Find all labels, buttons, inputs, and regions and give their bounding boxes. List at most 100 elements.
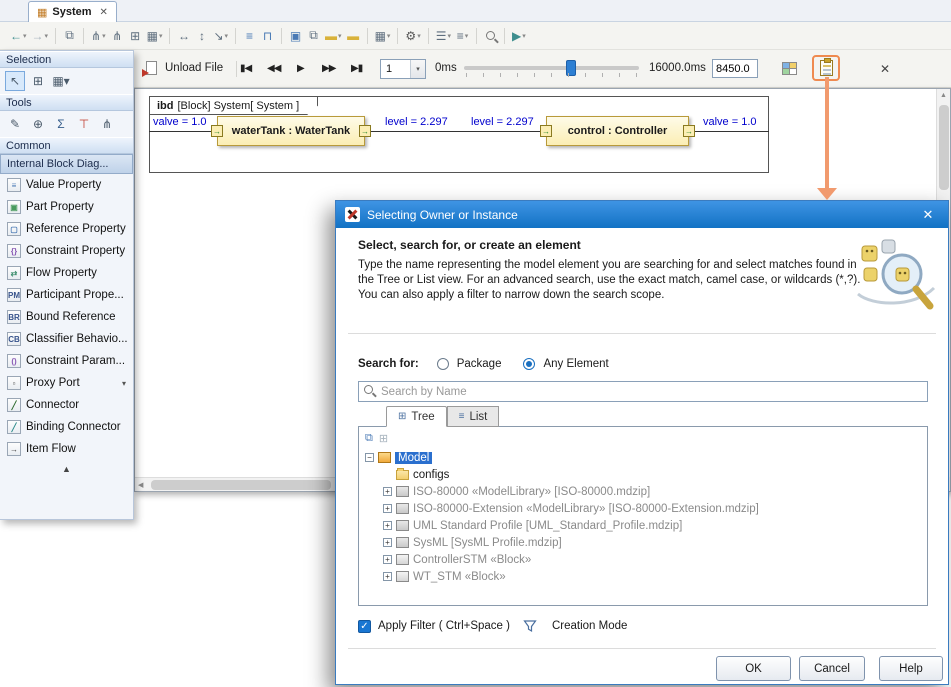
- chevron-down-icon[interactable]: ▾: [122, 379, 126, 388]
- toolbox-item-connector[interactable]: ╱Connector: [0, 394, 133, 416]
- tree-item-controllerstm[interactable]: + ControllerSTM «Block»: [359, 551, 927, 568]
- connector-wire[interactable]: [695, 131, 769, 132]
- expand-expander-icon[interactable]: +: [383, 504, 392, 513]
- search-input[interactable]: [358, 381, 928, 402]
- pointer-tool-button[interactable]: ↖: [5, 71, 25, 91]
- align-top-button[interactable]: ⊓: [259, 26, 276, 46]
- apply-filter-label[interactable]: Apply Filter ( Ctrl+Space ): [378, 620, 510, 632]
- layout-grid-button[interactable]: ▦▾: [145, 26, 165, 46]
- chevron-down-icon[interactable]: ▾: [410, 60, 425, 78]
- section-header-common[interactable]: Common: [0, 137, 133, 154]
- time-input[interactable]: [712, 59, 758, 78]
- radio-package[interactable]: [437, 358, 449, 370]
- block-watertank[interactable]: waterTank : WaterTank: [217, 116, 365, 146]
- tree-item-wtstm[interactable]: + WT_STM «Block»: [359, 568, 927, 585]
- tree-item-sysml[interactable]: + SysML [SysML Profile.mdzip]: [359, 534, 927, 551]
- toolbox-item-part-property[interactable]: ▣Part Property: [0, 196, 133, 218]
- align-button[interactable]: ≡: [241, 26, 258, 46]
- fast-forward-button[interactable]: ▶▶: [322, 63, 335, 74]
- toolbox-item-bound-reference[interactable]: BRBound Reference: [0, 306, 133, 328]
- radio-package-label[interactable]: Package: [457, 358, 502, 370]
- trigger-select[interactable]: 1 ▾: [380, 59, 426, 79]
- toolbox-item-classifier-behavior[interactable]: CBClassifier Behavio...: [0, 328, 133, 350]
- sticky-note-tool-button[interactable]: ✎: [5, 114, 25, 134]
- specification-button[interactable]: ▦▾: [373, 26, 393, 46]
- toolbox-item-flow-property[interactable]: ⇄Flow Property: [0, 262, 133, 284]
- tree-item-iso80000[interactable]: + ISO-80000 «ModelLibrary» [ISO-80000.md…: [359, 483, 927, 500]
- constraint-tool-button[interactable]: ⊕: [28, 114, 48, 134]
- tree-item-model[interactable]: − Model: [359, 449, 927, 466]
- block-control[interactable]: control : Controller: [546, 116, 689, 146]
- layout-hierarchic-button[interactable]: ⋔▾: [89, 26, 108, 46]
- toolbox-item-item-flow[interactable]: →Item Flow: [0, 438, 133, 460]
- group-select-button[interactable]: ▦▾: [51, 71, 71, 91]
- toolbox-item-constraint-property[interactable]: {}Constraint Property: [0, 240, 133, 262]
- find-button[interactable]: [482, 26, 499, 46]
- legend-button[interactable]: ≡▾: [454, 26, 471, 46]
- connector-wire[interactable]: [371, 131, 540, 132]
- related-elements-button[interactable]: ⧉: [61, 26, 78, 46]
- radio-any-element-label[interactable]: Any Element: [543, 358, 608, 370]
- tree-item-iso80000-extension[interactable]: + ISO-80000-Extension «ModelLibrary» [IS…: [359, 500, 927, 517]
- cancel-button[interactable]: Cancel: [799, 656, 865, 681]
- scroll-up-button[interactable]: ▲: [0, 460, 133, 478]
- port-control-right[interactable]: →: [683, 125, 695, 137]
- apply-filter-checkbox[interactable]: ✓: [358, 620, 371, 633]
- port-watertank-left[interactable]: →: [211, 125, 223, 137]
- toolbox-item-binding-connector[interactable]: ╱Binding Connector: [0, 416, 133, 438]
- comment-button[interactable]: ▬: [345, 26, 362, 46]
- unload-file-button[interactable]: Unload File: [165, 62, 223, 74]
- slider-track[interactable]: [464, 66, 639, 70]
- sum-tool-button[interactable]: Σ: [51, 114, 71, 134]
- dialog-close-button[interactable]: ✕: [917, 207, 939, 223]
- tree-item-configs[interactable]: configs: [359, 466, 927, 483]
- resize-horizontal-button[interactable]: ↔: [175, 26, 192, 46]
- skip-to-start-button[interactable]: ▮◀: [240, 63, 251, 74]
- collapse-expander-icon[interactable]: −: [365, 453, 374, 462]
- expand-expander-icon[interactable]: +: [383, 538, 392, 547]
- save-as-image-button[interactable]: ▣: [287, 26, 304, 46]
- section-header-selection[interactable]: Selection: [0, 51, 133, 68]
- copy-to-clipboard-button[interactable]: ⧉: [305, 26, 322, 46]
- display-options-button[interactable]: ☰▾: [434, 26, 453, 46]
- creation-mode-label[interactable]: Creation Mode: [552, 620, 627, 632]
- multi-select-button[interactable]: ⊞: [28, 71, 48, 91]
- tab-system[interactable]: ▦ System ✕: [28, 1, 117, 22]
- dialog-title-bar[interactable]: Selecting Owner or Instance ✕: [336, 201, 948, 228]
- time-slider[interactable]: [464, 57, 639, 79]
- toolbox-item-proxy-port[interactable]: ▫Proxy Port▾: [0, 372, 133, 394]
- toolbox-item-reference-property[interactable]: ▢Reference Property: [0, 218, 133, 240]
- tab-close-icon[interactable]: ✕: [100, 7, 108, 18]
- skip-to-end-button[interactable]: ▶▮: [351, 63, 362, 74]
- navigate-back-button[interactable]: ←▾: [8, 26, 29, 46]
- help-button[interactable]: Help: [879, 656, 943, 681]
- play-button[interactable]: ▶: [297, 63, 304, 74]
- structure-tool-button[interactable]: ⋔: [97, 114, 117, 134]
- scroll-left-icon[interactable]: ◀: [138, 481, 143, 489]
- tab-tree[interactable]: ⊞Tree: [386, 406, 447, 427]
- tab-list[interactable]: ≡List: [447, 406, 500, 427]
- expand-expander-icon[interactable]: +: [383, 487, 392, 496]
- note-button[interactable]: ▬▾: [323, 26, 344, 46]
- port-control-left[interactable]: →: [540, 125, 552, 137]
- close-simulation-button[interactable]: ✕: [880, 62, 890, 76]
- filter-funnel-icon[interactable]: [523, 619, 537, 633]
- radio-any-element[interactable]: [523, 358, 535, 370]
- run-simulation-button[interactable]: ▶▾: [510, 26, 528, 46]
- toolbox-item-constraint-parameter[interactable]: ()Constraint Param...: [0, 350, 133, 372]
- toolbox-item-value-property[interactable]: ≡Value Property: [0, 174, 133, 196]
- options-button[interactable]: ⚙▾: [403, 26, 422, 46]
- section-header-tools[interactable]: Tools: [0, 94, 133, 111]
- ok-button[interactable]: OK: [716, 656, 791, 681]
- tree-item-uml-standard-profile[interactable]: + UML Standard Profile [UML_Standard_Pro…: [359, 517, 927, 534]
- resize-vertical-button[interactable]: ↕: [193, 26, 210, 46]
- vertical-scroll-thumb[interactable]: [939, 105, 949, 190]
- text-tool-button[interactable]: ⊤: [74, 114, 94, 134]
- step-back-button[interactable]: ◀◀: [267, 63, 280, 74]
- expand-expander-icon[interactable]: +: [383, 555, 392, 564]
- simulation-table-icon[interactable]: [782, 62, 797, 75]
- navigate-forward-button[interactable]: →▾: [30, 26, 51, 46]
- horizontal-scroll-thumb[interactable]: [151, 480, 331, 490]
- scroll-up-icon[interactable]: ▲: [940, 92, 947, 99]
- collapse-icon[interactable]: ⊞: [379, 432, 388, 445]
